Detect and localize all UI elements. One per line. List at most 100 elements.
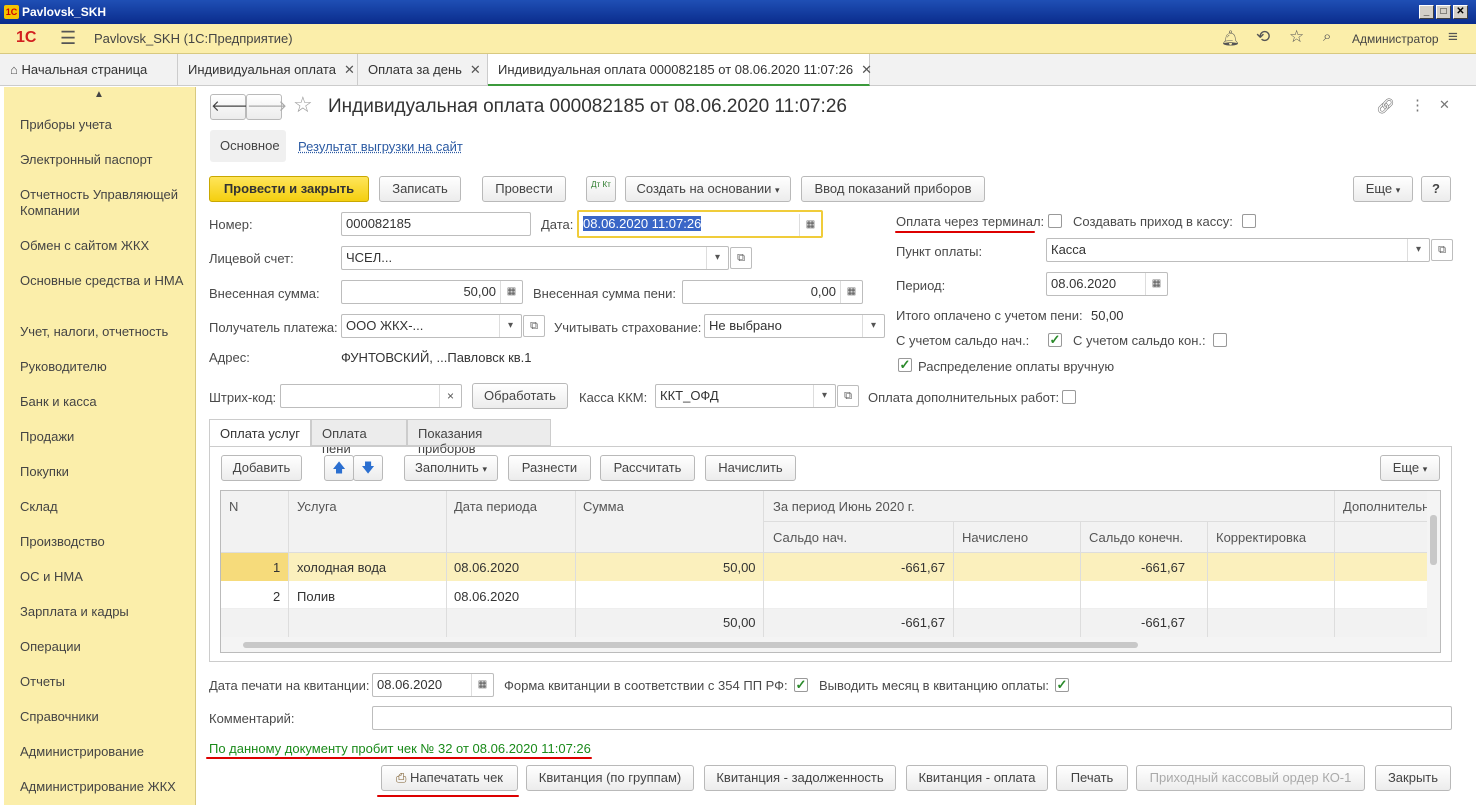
section-tab-services[interactable]: Оплата услуг	[209, 419, 311, 447]
scroll-up-icon[interactable]: ▲	[94, 89, 104, 100]
sidebar-item-admin-zhkh[interactable]: Администрирование ЖКХ	[20, 779, 190, 795]
sidebar-item-production[interactable]: Производство	[20, 534, 190, 550]
month-checkbox[interactable]: ✓	[1055, 678, 1069, 692]
sidebar-item-catalogs[interactable]: Справочники	[20, 709, 190, 725]
help-button[interactable]: ?	[1421, 176, 1451, 202]
move-down-button[interactable]: 🡇	[353, 455, 383, 481]
recipient-field[interactable]: ООО ЖКХ-... ▾	[341, 314, 522, 338]
meter-input-button[interactable]: Ввод показаний приборов	[801, 176, 985, 202]
saldo-end-checkbox[interactable]	[1213, 333, 1227, 347]
period-field[interactable]: 08.06.2020 ▦	[1046, 272, 1168, 296]
calendar-icon[interactable]: ▦	[471, 674, 493, 696]
kkm-field[interactable]: ККТ_ОФД ▾	[655, 384, 836, 408]
insurance-field[interactable]: Не выбрано ▾	[704, 314, 885, 338]
calendar-icon[interactable]: ▦	[799, 214, 821, 236]
sidebar-item-site-exchange[interactable]: Обмен с сайтом ЖКХ	[20, 238, 190, 254]
subtab-main[interactable]: Основное	[210, 130, 286, 162]
sidebar-item-uk-reporting[interactable]: Отчетность Управляющей Компании	[20, 187, 190, 219]
sidebar-item-os-nma[interactable]: ОС и НМА	[20, 569, 190, 585]
bell-icon[interactable]: 🔔︎	[1221, 29, 1240, 47]
favorite-star-icon[interactable]: ☆	[293, 92, 313, 118]
close-tab-icon[interactable]: ✕	[470, 62, 481, 77]
clear-icon[interactable]: ×	[439, 385, 461, 407]
penalty-field[interactable]: 0,00 ▦	[682, 280, 863, 304]
tab-home[interactable]: ⌂ Начальная страница	[0, 54, 178, 86]
user-name[interactable]: Администратор	[1352, 32, 1439, 46]
print-date-field[interactable]: 08.06.2020 ▦	[372, 673, 494, 697]
vertical-scroll-thumb[interactable]	[1430, 515, 1437, 565]
col-saldo-start[interactable]: Сальдо нач.	[773, 530, 847, 545]
save-button[interactable]: Записать	[379, 176, 461, 202]
close-icon[interactable]: ✕	[1453, 5, 1468, 19]
move-up-button[interactable]: 🡅	[324, 455, 354, 481]
col-saldo-end[interactable]: Сальдо конечн.	[1089, 530, 1183, 545]
sidebar-item-salary[interactable]: Зарплата и кадры	[20, 604, 190, 620]
dropdown-arrow-icon[interactable]: ▾	[813, 385, 835, 407]
open-account-icon[interactable]: ⧉	[730, 247, 752, 269]
history-icon[interactable]: ⟲	[1256, 27, 1270, 47]
col-correction[interactable]: Корректировка	[1216, 530, 1306, 545]
receipt-payment-button[interactable]: Квитанция - оплата	[906, 765, 1048, 791]
extra-works-checkbox[interactable]	[1062, 390, 1076, 404]
calculator-icon[interactable]: ▦	[840, 281, 862, 303]
saldo-start-checkbox[interactable]: ✓	[1048, 333, 1062, 347]
menu-icon[interactable]: ☰	[60, 28, 76, 49]
sidebar-item-fixed-assets[interactable]: Основные средства и НМА	[20, 273, 190, 289]
tab-payment-per-day[interactable]: Оплата за день ✕	[358, 54, 488, 86]
tab-current-document[interactable]: Индивидуальная оплата 000082185 от 08.06…	[488, 54, 872, 86]
point-field[interactable]: Касса ▾	[1046, 238, 1430, 262]
close-doc-icon[interactable]: ✕	[1439, 97, 1450, 113]
manual-dist-checkbox[interactable]: ✓	[898, 358, 912, 372]
link-icon[interactable]: 🔗︎	[1376, 97, 1395, 115]
print-check-button[interactable]: ⎙ Напечатать чек	[381, 765, 518, 791]
minimize-icon[interactable]: _	[1419, 5, 1434, 19]
close-tab-icon[interactable]: ✕	[861, 62, 872, 77]
create-based-button[interactable]: Создать на основании ▾	[625, 176, 791, 202]
calendar-icon[interactable]: ▦	[1145, 273, 1167, 295]
sidebar-item-operations[interactable]: Операции	[20, 639, 190, 655]
dropdown-arrow-icon[interactable]: ▾	[1407, 239, 1429, 261]
barcode-field[interactable]: ×	[280, 384, 462, 408]
open-point-icon[interactable]: ⧉	[1431, 239, 1453, 261]
sidebar-item-admin[interactable]: Администрирование	[20, 744, 190, 760]
maximize-icon[interactable]: □	[1436, 5, 1451, 19]
comment-field[interactable]	[372, 706, 1452, 730]
fill-button[interactable]: Заполнить ▾	[404, 455, 498, 481]
col-period-date[interactable]: Дата периода	[454, 499, 537, 514]
accrue-button[interactable]: Начислить	[705, 455, 796, 481]
date-field[interactable]: 08.06.2020 11:07:26 ▦	[577, 210, 823, 238]
dropdown-arrow-icon[interactable]: ▾	[706, 247, 728, 269]
col-sum[interactable]: Сумма	[583, 499, 624, 514]
open-recipient-icon[interactable]: ⧉	[523, 315, 545, 337]
distribute-button[interactable]: Разнести	[508, 455, 591, 481]
sum-field[interactable]: 50,00 ▦	[341, 280, 523, 304]
sidebar-item-accounting[interactable]: Учет, налоги, отчетность	[20, 324, 190, 340]
more-vert-icon[interactable]: ⋮	[1410, 96, 1425, 114]
more-button[interactable]: Еще ▾	[1353, 176, 1413, 202]
col-n[interactable]: N	[229, 499, 238, 514]
sidebar-item-meters[interactable]: Приборы учета	[20, 117, 190, 133]
table-row[interactable]	[221, 581, 1427, 609]
table-more-button[interactable]: Еще ▾	[1380, 455, 1440, 481]
calculator-icon[interactable]: ▦	[500, 281, 522, 303]
form354-checkbox[interactable]: ✓	[794, 678, 808, 692]
sidebar-item-warehouse[interactable]: Склад	[20, 499, 190, 515]
process-button[interactable]: Обработать	[472, 383, 568, 409]
subtab-upload-result[interactable]: Результат выгрузки на сайт	[298, 139, 463, 154]
account-field[interactable]: ЧСЕЛ... ▾	[341, 246, 729, 270]
number-field[interactable]: 000082185	[341, 212, 531, 236]
dropdown-arrow-icon[interactable]: ▾	[862, 315, 884, 337]
dtkt-button[interactable]: Дт Кт	[586, 176, 616, 202]
sidebar-item-sales[interactable]: Продажи	[20, 429, 190, 445]
app-menu-icon[interactable]: ≡	[1448, 27, 1458, 47]
cash-order-button[interactable]: Приходный кассовый ордер КО-1	[1136, 765, 1365, 791]
col-extra[interactable]: Дополнительн	[1343, 499, 1429, 514]
tab-individual-payment[interactable]: Индивидуальная оплата ✕	[178, 54, 358, 86]
sidebar-item-bank[interactable]: Банк и касса	[20, 394, 190, 410]
sidebar-item-manager[interactable]: Руководителю	[20, 359, 190, 375]
calculate-button[interactable]: Рассчитать	[600, 455, 695, 481]
section-tab-meters[interactable]: Показания приборов	[407, 419, 551, 456]
print-button[interactable]: Печать	[1056, 765, 1128, 791]
dropdown-arrow-icon[interactable]: ▾	[499, 315, 521, 337]
horizontal-scroll-thumb[interactable]	[243, 642, 1138, 648]
